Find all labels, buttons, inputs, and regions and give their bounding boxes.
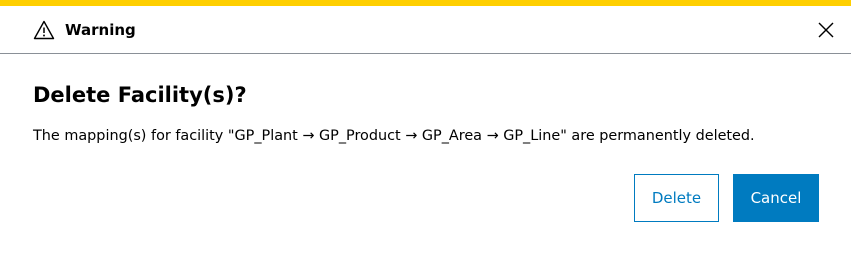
- warning-dialog: Warning Delete Facility(s)? The mapping(…: [0, 0, 851, 254]
- dialog-header-title: Warning: [65, 21, 136, 39]
- dialog-message: The mapping(s) for facility "GP_Plant → …: [33, 128, 755, 144]
- delete-button[interactable]: Delete: [634, 174, 719, 222]
- dialog-header: Warning: [0, 6, 851, 54]
- dialog-heading: Delete Facility(s)?: [33, 83, 247, 107]
- cancel-button[interactable]: Cancel: [733, 174, 819, 222]
- close-icon[interactable]: [814, 18, 838, 42]
- warning-triangle-icon: [33, 20, 55, 40]
